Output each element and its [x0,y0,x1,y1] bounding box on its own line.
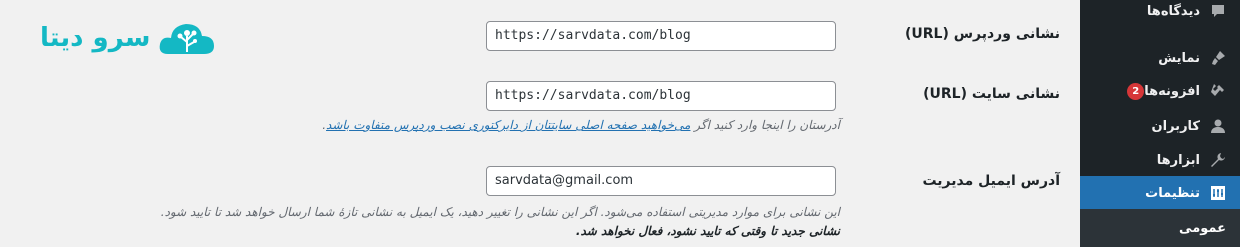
admin-email-note: نشانی جدید تا وقتی که تایید نشود، فعال ن… [576,224,840,238]
admin-email-label: آدرس ایمیل مدیریت [922,173,1060,189]
update-count-badge: 2 [1127,82,1145,100]
description-text: آدرستان را اینجا وارد کنید اگر [690,118,840,132]
active-arrow [1072,185,1080,201]
admin-email-input[interactable]: sarvdata@gmail.com [486,166,836,196]
wrench-icon [1208,150,1228,170]
admin-email-warning: نشانی جدید تا وقتی که تایید نشود، فعال ن… [575,224,840,238]
sidebar-item-label: تنظیمات [1145,185,1200,201]
sidebar-item-users[interactable]: کاربران [1080,109,1240,143]
sidebar-item-label: کاربران [1151,118,1200,134]
sidebar-item-settings[interactable]: تنظیمات [1072,176,1240,210]
sidebar-item-label: ابزارها [1156,152,1200,168]
sidebar-item-appearance[interactable]: نمایش [1080,41,1240,75]
logo-text: سرو دیتا [40,23,151,53]
user-icon [1208,116,1228,136]
settings-icon [1208,183,1228,203]
comment-icon [1208,1,1228,21]
submenu-item-general[interactable]: عمومی [1179,221,1226,236]
admin-sidebar: دیدگاه‌ها نمایش افزونه‌ها 2 کاربران ابزا… [1072,0,1240,247]
brush-icon [1208,48,1228,68]
site-url-description: آدرستان را اینجا وارد کنید اگر می‌خواهید… [322,118,840,132]
wp-url-input[interactable]: https://sarvdata.com/blog [486,21,836,51]
site-url-input[interactable]: https://sarvdata.com/blog [486,81,836,111]
cloud-tree-icon [160,24,215,54]
sidebar-item-tools[interactable]: ابزارها [1080,143,1240,177]
site-url-help-link[interactable]: می‌خواهید صفحه اصلی سایتتان از دایرکتوری… [326,118,690,132]
wp-url-label: نشانی وردپرس (URL) [904,26,1060,42]
site-url-label: نشانی سایت (URL) [923,86,1060,102]
admin-email-description: این نشانی برای موارد مدیریتی استفاده می‌… [160,205,840,219]
sidebar-item-label: افزونه‌ها [1144,83,1200,99]
site-logo: سرو دیتا [40,18,216,58]
settings-submenu: عمومی [1080,209,1240,247]
sidebar-item-comments[interactable]: دیدگاه‌ها [1080,0,1240,28]
sidebar-item-label: نمایش [1158,50,1200,66]
sidebar-item-label: دیدگاه‌ها [1146,3,1200,19]
plugin-icon [1208,81,1228,101]
sidebar-item-plugins[interactable]: افزونه‌ها 2 [1080,74,1240,108]
